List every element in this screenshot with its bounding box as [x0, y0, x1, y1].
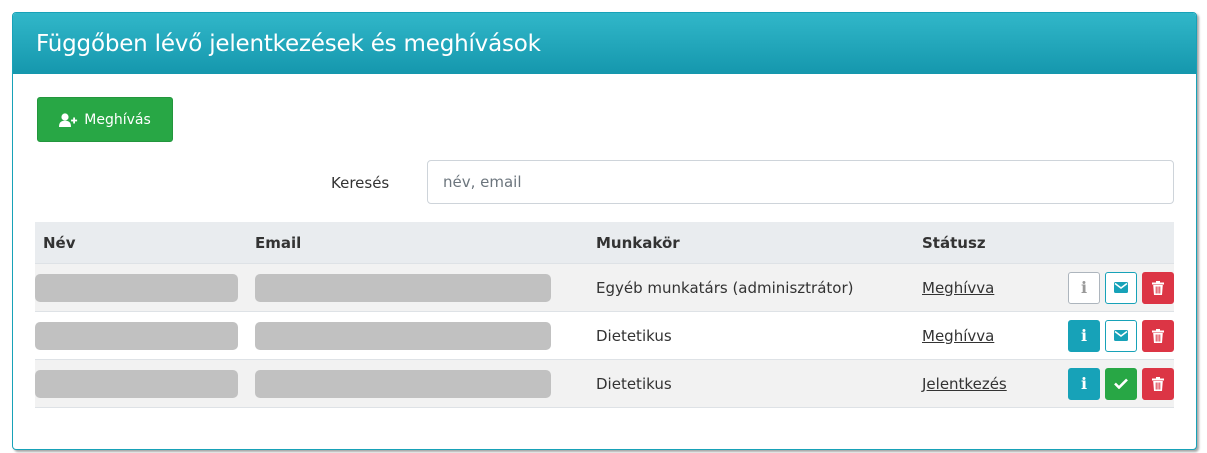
delete-button[interactable]	[1142, 367, 1174, 400]
invitations-table: Név Email Munkakör Státusz Egyéb munkatá…	[35, 222, 1174, 408]
redacted-name	[35, 321, 238, 350]
table-header: Név Email Munkakör Státusz	[35, 222, 1174, 264]
info-icon: i	[1080, 326, 1088, 345]
search-input[interactable]	[427, 160, 1174, 204]
status-link[interactable]: Meghívva	[922, 279, 994, 297]
panel-title: Függőben lévő jelentkezések és meghíváso…	[36, 30, 541, 57]
check-icon	[1114, 378, 1128, 389]
info-button[interactable]: i	[1068, 271, 1100, 304]
info-button[interactable]: i	[1068, 319, 1100, 352]
redacted-name	[35, 273, 238, 302]
column-header-status[interactable]: Státusz	[922, 234, 1058, 252]
trash-icon	[1152, 376, 1164, 391]
info-button[interactable]: i	[1068, 367, 1100, 400]
accept-button[interactable]	[1105, 367, 1137, 400]
row-actions: i	[1058, 367, 1174, 400]
pending-invitations-panel: Függőben lévő jelentkezések és meghíváso…	[12, 12, 1197, 450]
name-cell	[35, 369, 255, 398]
redacted-name	[35, 369, 238, 398]
column-header-role[interactable]: Munkakör	[596, 234, 922, 252]
delete-button[interactable]	[1142, 271, 1174, 304]
invite-button[interactable]: Meghívás	[37, 97, 173, 142]
status-link[interactable]: Meghívva	[922, 327, 994, 345]
role-cell: Dietetikus	[596, 326, 672, 345]
redacted-email	[255, 369, 551, 398]
trash-icon	[1152, 328, 1164, 343]
column-header-email[interactable]: Email	[255, 234, 596, 252]
user-plus-icon	[59, 112, 78, 127]
role-cell: Dietetikus	[596, 374, 672, 393]
redacted-email	[255, 321, 551, 350]
invite-button-label: Meghívás	[84, 111, 151, 128]
redacted-email	[255, 273, 551, 302]
email-cell	[255, 273, 596, 302]
name-cell	[35, 321, 255, 350]
resend-email-button[interactable]	[1105, 319, 1137, 352]
status-link[interactable]: Jelentkezés	[922, 375, 1007, 393]
row-actions: i	[1058, 271, 1174, 304]
resend-email-button[interactable]	[1105, 271, 1137, 304]
panel-header: Függőben lévő jelentkezések és meghíváso…	[13, 13, 1196, 74]
trash-icon	[1152, 280, 1164, 295]
table-row: Dietetikus Jelentkezés i	[35, 360, 1174, 408]
table-row: Egyéb munkatárs (adminisztrátor) Meghívv…	[35, 264, 1174, 312]
email-cell	[255, 321, 596, 350]
envelope-icon	[1114, 330, 1128, 341]
name-cell	[35, 273, 255, 302]
email-cell	[255, 369, 596, 398]
delete-button[interactable]	[1142, 319, 1174, 352]
search-label: Keresés	[331, 174, 390, 192]
info-icon: i	[1080, 278, 1088, 297]
role-cell: Egyéb munkatárs (adminisztrátor)	[596, 278, 854, 297]
info-icon: i	[1080, 374, 1088, 393]
envelope-icon	[1114, 282, 1128, 293]
column-header-name[interactable]: Név	[35, 234, 255, 252]
table-row: Dietetikus Meghívva i	[35, 312, 1174, 360]
row-actions: i	[1058, 319, 1174, 352]
